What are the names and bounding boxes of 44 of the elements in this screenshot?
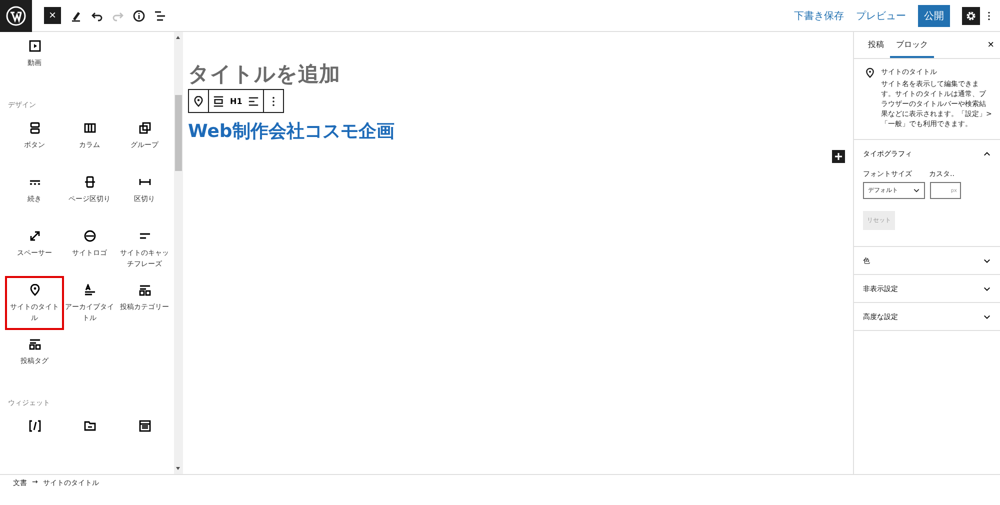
map-pin-icon xyxy=(28,284,40,296)
terms-icon xyxy=(138,284,150,296)
preview-link[interactable]: プレビュー xyxy=(856,8,906,22)
separator-icon xyxy=(138,176,150,188)
plus-icon xyxy=(834,152,843,161)
terms-icon xyxy=(28,338,40,350)
calendar-icon xyxy=(138,420,150,432)
chevron-down-icon xyxy=(983,312,991,320)
site-title[interactable]: Web制作会社コスモ企画 xyxy=(188,119,848,143)
align-icon[interactable] xyxy=(213,96,224,106)
shortcode-icon xyxy=(28,420,40,432)
text-align-icon[interactable] xyxy=(248,96,260,106)
save-draft-link[interactable]: 下書き保存 xyxy=(794,8,844,22)
resize-icon xyxy=(28,230,40,242)
scrollbar[interactable] xyxy=(174,32,183,474)
chevron-up-icon xyxy=(983,150,991,158)
publish-button[interactable]: 公開 xyxy=(918,4,950,26)
logo-circle-icon xyxy=(84,230,96,242)
close-button[interactable]: × xyxy=(44,7,61,24)
columns-icon xyxy=(84,122,96,134)
map-pin-icon[interactable] xyxy=(193,96,204,106)
settings-button[interactable] xyxy=(962,6,980,24)
chevron-down-icon xyxy=(983,284,991,292)
list-view-icon[interactable] xyxy=(154,10,166,22)
chevron-down-icon xyxy=(913,187,920,194)
info-icon[interactable] xyxy=(133,10,145,22)
pen-icon[interactable] xyxy=(70,10,82,22)
title-placeholder[interactable]: タイトルを追加 xyxy=(188,60,848,88)
close-button[interactable]: × xyxy=(988,32,994,58)
group-icon xyxy=(138,122,150,134)
play-icon xyxy=(28,40,40,52)
sidebar-tab[interactable]: 投稿 xyxy=(862,32,890,58)
wordpress-logo-icon[interactable] xyxy=(6,6,26,26)
add-block-button[interactable] xyxy=(832,150,845,163)
chevron-down-icon xyxy=(983,256,991,264)
map-pin-icon xyxy=(865,67,875,79)
page-break-icon xyxy=(84,176,96,188)
sidebar-tab[interactable]: ブロック xyxy=(890,32,934,58)
folder-icon xyxy=(84,420,96,432)
buttons-icon xyxy=(28,122,40,134)
archive-title-icon xyxy=(84,284,96,296)
heading-level-button[interactable]: H1 xyxy=(230,96,242,106)
undo-icon[interactable] xyxy=(91,10,103,22)
gear-icon xyxy=(965,10,977,22)
